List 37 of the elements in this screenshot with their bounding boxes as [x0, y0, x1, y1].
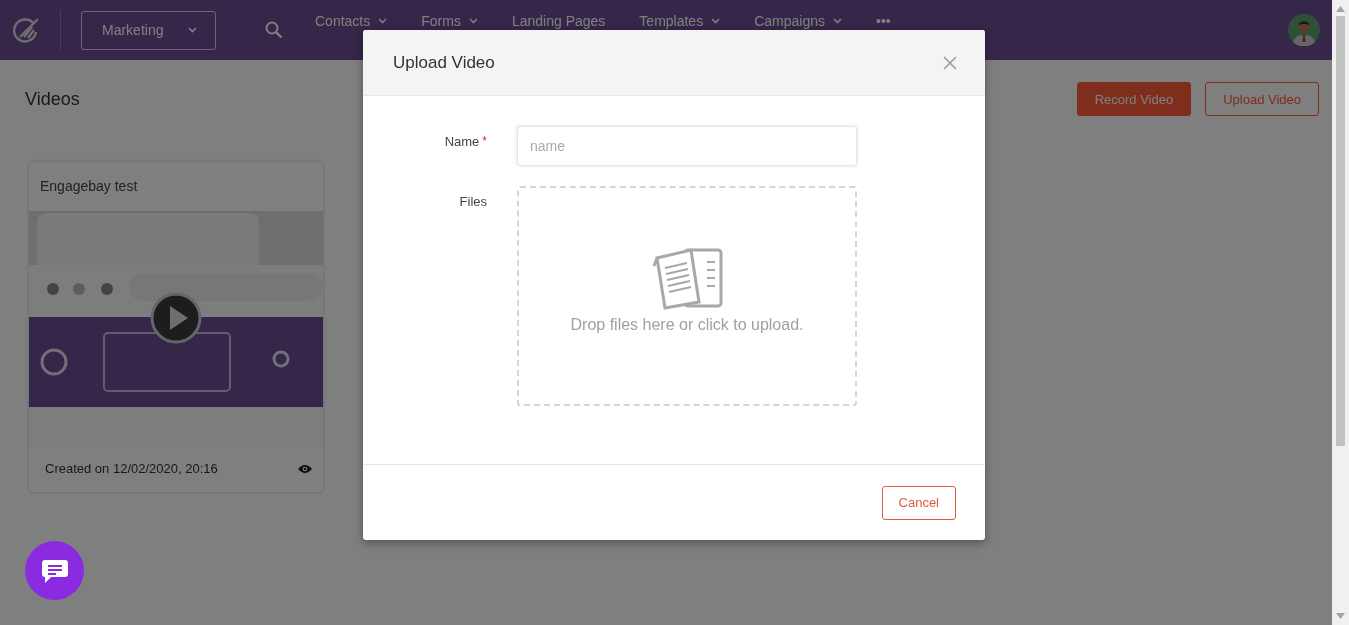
nav-link[interactable]: ••• — [876, 13, 891, 29]
nav-link[interactable]: Templates — [639, 13, 721, 29]
cancel-button[interactable]: Cancel — [881, 485, 956, 520]
video-title: Engagebay test — [39, 177, 139, 196]
close-button[interactable] — [943, 55, 957, 70]
logo-icon[interactable] — [12, 15, 42, 45]
field-label: Files — [459, 194, 487, 211]
created-date: Created on 12/02/2020, 20:16 — [45, 461, 218, 476]
drop-zone[interactable]: Drop files here or click to upload. — [517, 186, 857, 406]
scrollbar[interactable] — [1332, 0, 1349, 625]
nav-link[interactable]: Contacts — [315, 13, 388, 29]
dialog-title: Upload Video — [393, 52, 495, 73]
avatar-icon[interactable] — [1288, 14, 1320, 46]
caret-icon — [188, 27, 197, 33]
field-label: Name — [444, 134, 480, 151]
workspace-dropdown[interactable]: Marketing — [81, 10, 216, 50]
search-icon[interactable] — [265, 21, 283, 39]
nav-link[interactable]: Landing Pages — [511, 13, 606, 29]
record-button[interactable]: Record Video — [1076, 82, 1192, 116]
close-icon — [943, 55, 957, 70]
page-title: Videos — [25, 88, 81, 111]
caret-icon — [833, 18, 842, 24]
required-mark: * — [482, 134, 487, 150]
caret-icon — [378, 18, 388, 24]
caret-icon — [711, 18, 721, 24]
scroll-up-icon[interactable] — [1336, 6, 1345, 12]
nav-link[interactable]: Campaigns — [754, 13, 842, 29]
nav-link[interactable]: Forms — [421, 13, 478, 29]
eye-icon[interactable] — [298, 463, 312, 474]
scroll-down-icon[interactable] — [1336, 613, 1345, 619]
name-input[interactable]: name — [517, 126, 857, 166]
scroll-thumb[interactable] — [1336, 16, 1345, 446]
play-button[interactable] — [150, 292, 202, 344]
drop-hint: Drop files here or click to upload. — [570, 316, 804, 334]
caret-icon — [468, 18, 478, 24]
upload-button[interactable]: Upload Video — [1205, 82, 1319, 116]
chat-icon — [39, 557, 70, 584]
